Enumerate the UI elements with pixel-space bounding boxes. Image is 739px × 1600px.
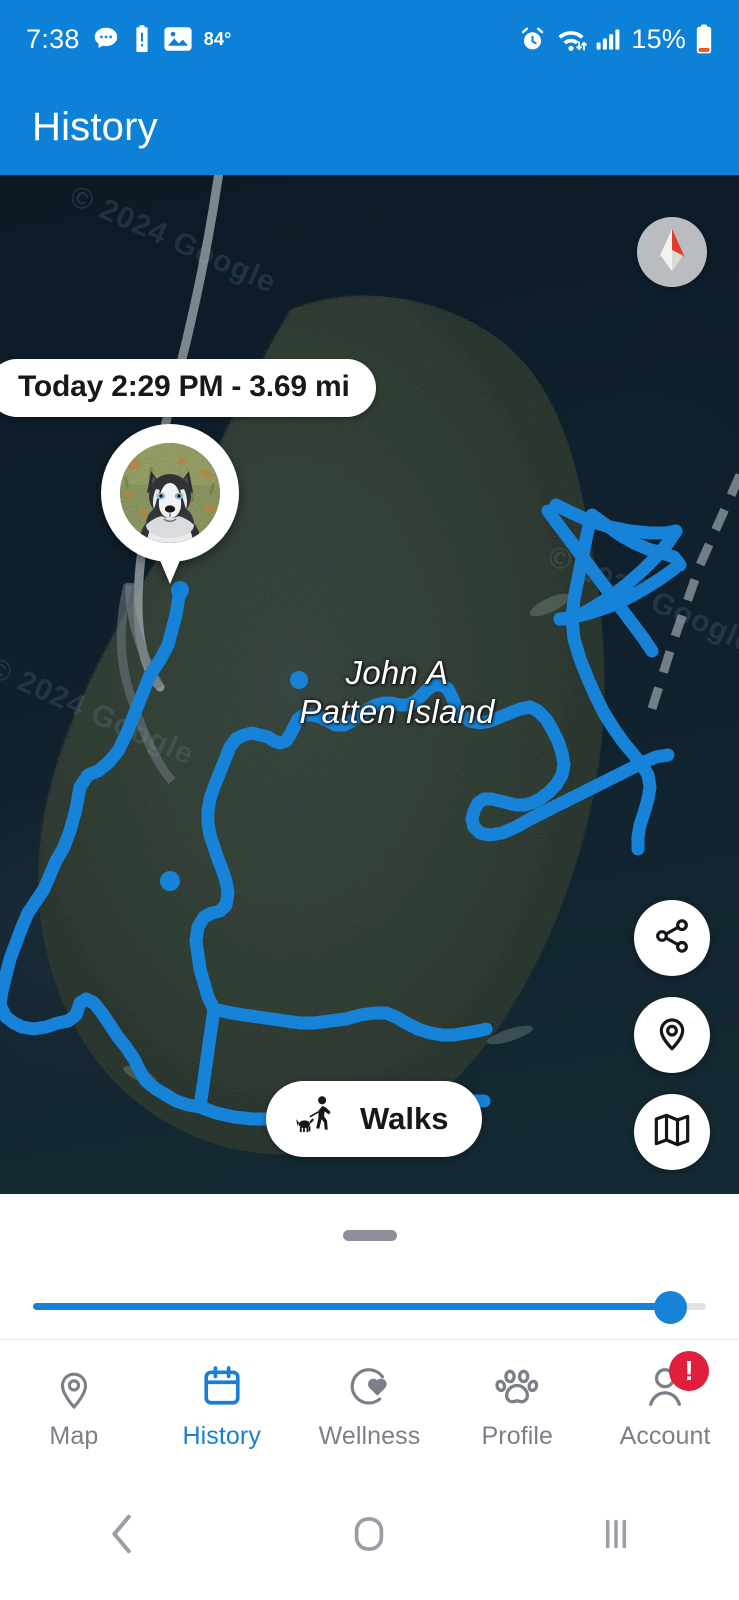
status-bar-right: 15% — [519, 24, 713, 55]
map-canvas[interactable]: © 2024 Google © 2024 Google © 2024 Googl… — [0, 175, 739, 1194]
bottom-sheet[interactable] — [0, 1194, 739, 1339]
bottom-navigation: Map History Wellness Profile ! Account — [0, 1339, 739, 1472]
map-layers-fab[interactable] — [634, 1094, 710, 1170]
nav-label-map: Map — [49, 1422, 99, 1450]
location-pin-icon — [52, 1361, 96, 1411]
paw-icon — [493, 1361, 541, 1411]
nav-item-account[interactable]: ! Account — [591, 1351, 739, 1451]
dog-photo-marker[interactable] — [101, 424, 239, 590]
battery-icon — [695, 24, 713, 54]
person-icon: ! — [643, 1351, 710, 1411]
compass-needle-icon — [652, 226, 692, 279]
avatar — [120, 443, 220, 543]
heart-activity-icon — [346, 1361, 392, 1411]
cellular-signal-icon — [596, 27, 622, 51]
wifi-icon — [555, 26, 588, 53]
slider-thumb[interactable] — [654, 1291, 688, 1324]
android-back-button[interactable] — [0, 1511, 246, 1562]
nav-item-map[interactable]: Map — [0, 1361, 148, 1451]
timeline-slider[interactable] — [33, 1289, 706, 1325]
status-badge: ! — [669, 1351, 710, 1391]
android-home-button[interactable] — [246, 1511, 492, 1562]
home-icon — [349, 1511, 389, 1562]
nav-label-account: Account — [619, 1422, 711, 1450]
activity-filter-chip-walks[interactable]: Walks — [266, 1081, 483, 1157]
nav-label-history: History — [182, 1422, 261, 1450]
nav-item-wellness[interactable]: Wellness — [296, 1361, 444, 1451]
app-bar: History — [0, 78, 739, 175]
nav-label-profile: Profile — [481, 1422, 554, 1450]
compass-control[interactable] — [637, 217, 707, 287]
walk-summary-pill[interactable]: Today 2:29 PM - 3.69 mi — [0, 359, 376, 417]
location-pin-icon — [652, 1013, 692, 1058]
person-walking-dog-icon — [294, 1093, 338, 1145]
photo-icon — [163, 26, 193, 52]
calendar-icon — [200, 1361, 244, 1411]
battery-alert-icon — [132, 24, 152, 54]
status-clock: 7:38 — [26, 23, 80, 54]
battery-percent-label: 15% — [631, 23, 686, 54]
share-icon — [652, 916, 692, 961]
android-navigation-bar — [0, 1472, 739, 1600]
message-icon — [91, 24, 121, 54]
activity-chip-label: Walks — [360, 1101, 449, 1136]
nav-item-history[interactable]: History — [148, 1361, 296, 1451]
status-temperature: 84° — [203, 28, 232, 49]
share-fab[interactable] — [634, 900, 710, 976]
sheet-drag-handle[interactable] — [342, 1230, 397, 1241]
recents-icon — [596, 1511, 636, 1562]
map-icon — [652, 1110, 692, 1155]
locate-fab[interactable] — [634, 997, 710, 1073]
status-bar-left: 7:38 84° — [26, 24, 232, 55]
page-title: History — [32, 104, 158, 149]
slider-fill — [33, 1303, 671, 1310]
alarm-icon — [519, 26, 546, 53]
status-bar: 7:38 84° 15% — [0, 0, 739, 78]
nav-item-profile[interactable]: Profile — [443, 1361, 591, 1451]
nav-label-wellness: Wellness — [318, 1422, 421, 1450]
back-icon — [103, 1511, 143, 1562]
phone-screen: 7:38 84° 15% History John A Patten Islan… — [0, 0, 739, 1600]
android-recents-button[interactable] — [493, 1511, 739, 1562]
